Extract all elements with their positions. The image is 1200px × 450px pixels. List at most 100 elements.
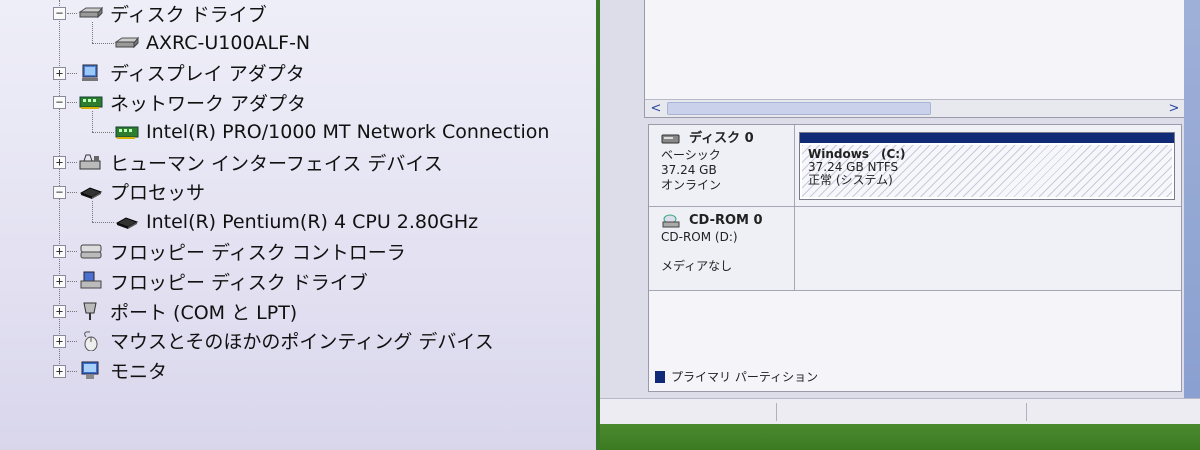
cdrom0-drive: CD-ROM (D:) — [661, 230, 738, 244]
disk0-partition-area: Windows (C:) 37.24 GB NTFS 正常 (システム) — [795, 125, 1181, 207]
disk-management-window: < > ディスク 0 ベーシック 37.24 GB オンライン Windows — [600, 0, 1200, 450]
device-label: ポート (COM と LPT) — [110, 301, 298, 324]
device-label: Intel(R) Pentium(R) 4 CPU 2.80GHz — [146, 210, 479, 233]
expand-icon[interactable]: + — [53, 305, 66, 318]
collapse-icon[interactable]: − — [53, 185, 66, 199]
mouse-icon — [78, 331, 104, 352]
monitor-icon — [78, 361, 104, 381]
tree-connector — [67, 251, 77, 253]
tree-connector — [67, 102, 77, 104]
expand-icon[interactable]: + — [53, 364, 66, 378]
disk-graphical-pane: ディスク 0 ベーシック 37.24 GB オンライン Windows (C:)… — [648, 124, 1182, 392]
status-separator — [1026, 403, 1027, 421]
device-label: ヒューマン インターフェイス デバイス — [110, 152, 443, 175]
port-icon — [78, 301, 104, 321]
device-category[interactable]: マウスとそのほかのポインティング デバイス — [78, 326, 494, 356]
device-item[interactable]: Intel(R) Pentium(R) 4 CPU 2.80GHz — [114, 207, 478, 237]
device-label: プロセッサ — [110, 182, 206, 205]
scrollbar-thumb[interactable] — [667, 102, 931, 115]
cdrom0-name: CD-ROM 0 — [689, 213, 763, 228]
tree-connector — [92, 132, 114, 134]
expand-icon[interactable]: + — [53, 275, 66, 289]
device-item[interactable]: Intel(R) PRO/1000 MT Network Connection — [114, 117, 549, 147]
legend: プライマリ パーティション — [655, 368, 818, 385]
tree-branch-line — [92, 21, 93, 43]
tree-connector — [67, 72, 77, 74]
device-label: モニタ — [110, 361, 168, 384]
partition-c[interactable]: Windows (C:) 37.24 GB NTFS 正常 (システム) — [799, 132, 1175, 200]
disk0-status: オンライン — [661, 178, 722, 192]
legend-primary-partition: プライマリ パーティション — [671, 370, 819, 384]
window-right-edge — [1184, 0, 1200, 398]
disk0-label[interactable]: ディスク 0 ベーシック 37.24 GB オンライン — [649, 125, 795, 207]
expand-icon[interactable]: + — [53, 156, 66, 169]
network-card-icon — [78, 92, 104, 112]
tree-connector — [67, 281, 77, 283]
device-category[interactable]: モニタ — [78, 356, 167, 386]
display-adapter-icon — [78, 63, 104, 83]
device-category[interactable]: ヒューマン インターフェイス デバイス — [78, 147, 443, 177]
cdrom0-area — [795, 207, 1181, 291]
cd-drive-icon — [662, 214, 680, 227]
scroll-left-icon[interactable]: < — [647, 100, 665, 117]
status-separator — [776, 403, 777, 421]
device-category[interactable]: フロッピー ディスク コントローラ — [78, 236, 406, 266]
collapse-icon[interactable]: − — [53, 96, 66, 110]
volume-list-pane[interactable]: < > — [644, 0, 1185, 118]
device-item[interactable]: AXRC-U100ALF-N — [114, 28, 310, 58]
cdrom0-name-row: CD-ROM 0 — [661, 213, 794, 228]
hard-disk-icon — [661, 134, 680, 143]
device-label: AXRC-U100ALF-N — [146, 31, 311, 54]
tree-branch-line — [92, 111, 93, 133]
tree-connector — [67, 13, 77, 14]
tree-branch-line — [92, 200, 93, 222]
tree-connector — [67, 370, 77, 372]
disk-drive-icon — [114, 33, 140, 53]
device-manager-tree: − ディスク ドライブ AXRC-U100ALF-N + ディスプレイ アダプタ − ネット… — [0, 0, 596, 450]
device-category[interactable]: ディスプレイ アダプタ — [78, 58, 305, 88]
partition-body: Windows (C:) 37.24 GB NTFS 正常 (システム) — [802, 145, 1172, 197]
scroll-right-icon[interactable]: > — [1165, 100, 1183, 117]
device-label: フロッピー ディスク ドライブ — [110, 271, 368, 294]
floppy-drive-icon — [78, 271, 104, 291]
device-label: Intel(R) PRO/1000 MT Network Connection — [146, 121, 550, 144]
device-label: マウスとそのほかのポインティング デバイス — [110, 331, 494, 354]
tree-connector — [92, 42, 114, 44]
processor-icon — [78, 182, 104, 202]
device-category[interactable]: ポート (COM と LPT) — [78, 296, 297, 326]
collapse-icon[interactable]: − — [53, 7, 66, 20]
device-category[interactable]: ディスク ドライブ — [78, 0, 267, 28]
device-label: ディスプレイ アダプタ — [110, 63, 305, 86]
device-label: ネットワーク アダプタ — [110, 92, 307, 115]
device-label: ディスク ドライブ — [110, 3, 267, 26]
desktop-background — [600, 424, 1200, 450]
device-label: フロッピー ディスク コントローラ — [110, 241, 406, 264]
tree-connector — [67, 311, 77, 312]
floppy-controller-icon — [78, 241, 104, 261]
hid-icon — [78, 152, 104, 172]
partition-status: 正常 (システム) — [808, 173, 893, 187]
disk0-name-row: ディスク 0 — [661, 131, 794, 146]
tree-connector — [67, 340, 77, 342]
expand-icon[interactable]: + — [53, 66, 66, 80]
disk-drive-icon — [78, 3, 104, 23]
status-bar — [600, 398, 1200, 424]
expand-icon[interactable]: + — [53, 334, 66, 348]
tree-connector — [92, 221, 114, 223]
device-category[interactable]: プロセッサ — [78, 177, 205, 207]
disk0-name: ディスク 0 — [689, 131, 754, 146]
network-card-icon — [114, 122, 140, 142]
disk0-size: 37.24 GB — [661, 163, 717, 177]
disk0-type: ベーシック — [661, 148, 721, 162]
expand-icon[interactable]: + — [53, 245, 66, 259]
processor-icon — [114, 212, 140, 232]
cdrom0-label[interactable]: CD-ROM 0 CD-ROM (D:) メディアなし — [649, 207, 795, 291]
partition-header-bar — [800, 133, 1174, 143]
device-category[interactable]: フロッピー ディスク ドライブ — [78, 266, 368, 296]
tree-connector — [67, 162, 77, 163]
horizontal-scrollbar[interactable]: < > — [645, 99, 1185, 117]
primary-partition-swatch — [655, 370, 665, 383]
tree-connector — [67, 191, 77, 193]
cdrom0-status: メディアなし — [661, 259, 733, 273]
device-category[interactable]: ネットワーク アダプタ — [78, 87, 306, 117]
